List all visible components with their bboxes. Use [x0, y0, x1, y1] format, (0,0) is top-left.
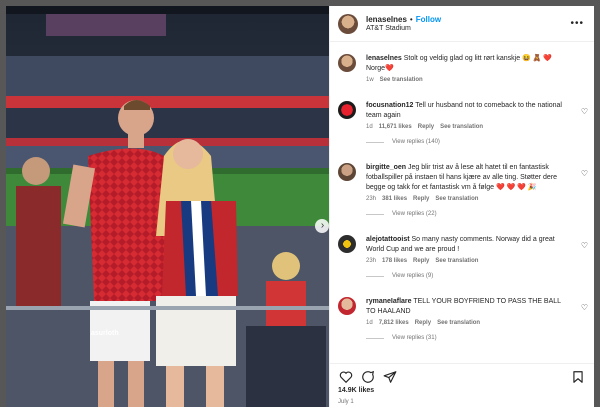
- see-translation-button[interactable]: See translation: [435, 196, 478, 202]
- chevron-right-icon: ›: [320, 220, 325, 231]
- comment-item: birgitte_oen Jeg blir trist av å lese al…: [338, 163, 588, 217]
- comment-likes[interactable]: 11,671 likes: [379, 124, 412, 130]
- comment-icon[interactable]: [360, 369, 376, 385]
- post-header: lenaselnes • Follow AT&T Stadium •••: [330, 6, 594, 42]
- comment-time: 1d: [366, 320, 373, 326]
- post-details-panel: lenaselnes • Follow AT&T Stadium ••• len…: [329, 6, 594, 407]
- view-replies-button[interactable]: View replies (9): [366, 273, 588, 279]
- commenter-avatar[interactable]: [338, 297, 356, 315]
- see-translation-button[interactable]: See translation: [437, 320, 480, 326]
- shirt-print-text: asurloth: [91, 330, 119, 337]
- comment-likes[interactable]: 7,812 likes: [379, 320, 409, 326]
- comment-time: 23h: [366, 258, 377, 264]
- see-translation-button[interactable]: See translation: [435, 258, 478, 264]
- view-replies-button[interactable]: View replies (140): [366, 139, 588, 145]
- heart-icon[interactable]: ♡: [581, 169, 588, 178]
- heart-icon[interactable]: [338, 369, 354, 385]
- heart-icon[interactable]: ♡: [581, 241, 588, 250]
- view-replies-label: View replies (22): [392, 211, 437, 217]
- comment-likes[interactable]: 381 likes: [382, 196, 407, 202]
- stadium-photo: [6, 6, 329, 407]
- likes-count[interactable]: 14.9K likes: [338, 387, 374, 394]
- comment-username[interactable]: focusnation12: [366, 102, 413, 109]
- comment-username[interactable]: alejotattooist: [366, 236, 410, 243]
- separator-dot: •: [409, 15, 413, 24]
- heart-icon[interactable]: ♡: [581, 107, 588, 116]
- post-date: July 1: [338, 399, 354, 405]
- view-replies-button[interactable]: View replies (31): [366, 335, 588, 341]
- reply-button[interactable]: Reply: [415, 320, 431, 326]
- heart-icon[interactable]: ♡: [581, 303, 588, 312]
- see-translation-button[interactable]: See translation: [440, 124, 483, 130]
- caption-avatar[interactable]: [338, 54, 356, 72]
- post-modal: asurloth › lenaselnes • Follow AT&T Stad…: [6, 6, 594, 407]
- comment-time: 23h: [366, 196, 377, 202]
- more-options-icon[interactable]: •••: [570, 18, 584, 29]
- comment-username[interactable]: rymaneIaflare: [366, 298, 412, 305]
- view-replies-button[interactable]: View replies (22): [366, 211, 588, 217]
- caption-username[interactable]: lenaselnes: [366, 55, 402, 62]
- reply-button[interactable]: Reply: [413, 258, 429, 264]
- comments-list[interactable]: lenaselnes Stolt og veldig glad og litt …: [330, 46, 594, 360]
- view-replies-label: View replies (31): [392, 335, 437, 341]
- commenter-avatar[interactable]: [338, 163, 356, 181]
- post-location[interactable]: AT&T Stadium: [366, 25, 441, 32]
- commenter-avatar[interactable]: [338, 235, 356, 253]
- comment-item: focusnation12 Tell ur husband not to com…: [338, 101, 588, 145]
- reply-button[interactable]: Reply: [413, 196, 429, 202]
- view-replies-label: View replies (140): [392, 139, 440, 145]
- view-replies-label: View replies (9): [392, 273, 434, 279]
- caption-see-translation[interactable]: See translation: [380, 77, 423, 83]
- author-username[interactable]: lenaselnes: [366, 15, 407, 24]
- follow-button[interactable]: Follow: [416, 15, 441, 24]
- reply-button[interactable]: Reply: [418, 124, 434, 130]
- post-photo[interactable]: asurloth ›: [6, 6, 329, 407]
- caption: lenaselnes Stolt og veldig glad og litt …: [338, 54, 588, 83]
- caption-time: 1w: [366, 77, 374, 83]
- comment-time: 1d: [366, 124, 373, 130]
- next-photo-button[interactable]: ›: [315, 219, 329, 233]
- comment-username[interactable]: birgitte_oen: [366, 164, 406, 171]
- action-bar: [330, 363, 594, 385]
- commenter-avatar[interactable]: [338, 101, 356, 119]
- bookmark-icon[interactable]: [570, 369, 586, 385]
- comment-item: alejotattooist So many nasty comments. N…: [338, 235, 588, 279]
- author-avatar[interactable]: [338, 13, 358, 34]
- share-icon[interactable]: [382, 369, 398, 385]
- comment-likes[interactable]: 178 likes: [382, 258, 407, 264]
- comment-item: rymaneIaflare TELL YOUR BOYFRIEND TO PAS…: [338, 297, 588, 341]
